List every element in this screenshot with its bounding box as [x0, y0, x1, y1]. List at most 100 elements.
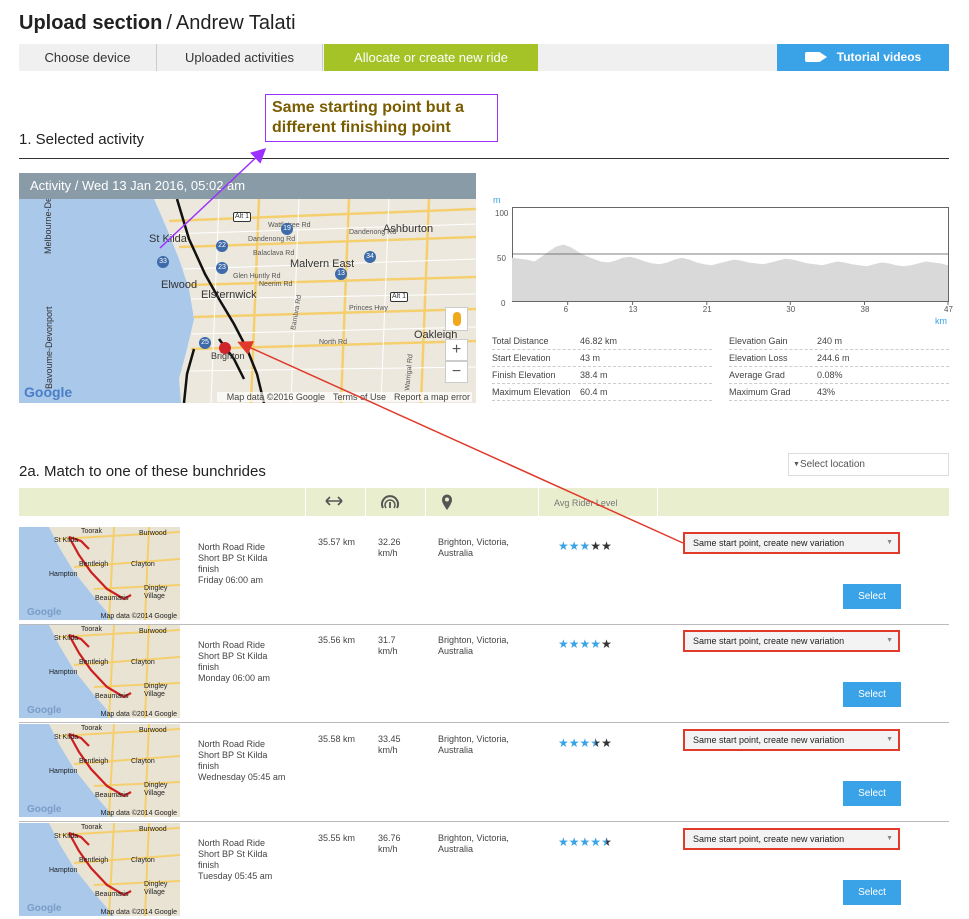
map-attribution: Map data ©2014 Google [100, 909, 177, 916]
ride-map-thumbnail[interactable]: Toorak Burwood St Kilda Bentleigh Clayton Ham… [19, 724, 180, 817]
chevron-down-icon: ▼ [886, 835, 893, 842]
ride-subtitle-2: finish [198, 662, 220, 672]
tab-uploaded-activities[interactable]: Uploaded activities [157, 44, 323, 71]
chevron-down-icon: ▼ [886, 736, 893, 743]
ride-location: Brighton, Victoria, Australia [438, 734, 509, 756]
rider-level-stars: ★★★★★ [558, 736, 612, 750]
elevation-x-tick: 13 [628, 305, 638, 314]
ride-speed: 36.76 km/h [378, 833, 401, 855]
street-label: Glen Huntly Rd [233, 273, 281, 280]
google-logo: Google [27, 804, 62, 815]
ride-name-cell[interactable]: North Road Ride Short BP St Kilda finish Fr… [198, 542, 267, 586]
distance-arrows-icon [325, 496, 343, 506]
ride-schedule: Tuesday 05:45 am [198, 871, 273, 881]
ride-location-line-1: Brighton, Victoria, [438, 537, 509, 547]
map-attribution: Map data ©2014 Google [100, 613, 177, 620]
star-icon: ★ [558, 835, 569, 849]
star-icon: ★ [568, 736, 580, 750]
street-view-pegman-icon[interactable] [445, 307, 468, 331]
ride-name-cell[interactable]: North Road Ride Short BP St Kilda finish We… [198, 739, 285, 783]
star-icon: ★ [601, 835, 612, 849]
map-title: Activity / Wed 13 Jan 2016, 05:02 am [19, 173, 476, 199]
bunchride-row: Toorak Burwood St Kilda Bentleigh Clayton Ham… [19, 625, 949, 723]
star-icon: ★ [568, 835, 580, 849]
star-icon: ★ [558, 637, 569, 651]
tab-choose-device[interactable]: Choose device [19, 44, 157, 71]
street-label: North Rd [319, 339, 348, 346]
variation-select[interactable]: Same start point, create new variation ▼ [683, 828, 900, 850]
stat-total-distance: Total Distance 46.82 km [492, 334, 712, 350]
bunchride-row: Toorak Burwood St Kilda Bentleigh Clayton Ham… [19, 823, 949, 919]
ride-map-thumbnail[interactable]: Toorak Burwood St Kilda Bentleigh Clayton Ham… [19, 823, 180, 916]
elevation-y-tick: 0 [501, 299, 506, 308]
star-icon: ★ [568, 637, 580, 651]
variation-select-value: Same start point, create new variation [693, 735, 845, 745]
ride-location-line-2: Australia [438, 745, 474, 755]
star-icon: ★ [590, 637, 602, 651]
tab-allocate-ride[interactable]: Allocate or create new ride [324, 44, 538, 71]
variation-select[interactable]: Same start point, create new variation ▼ [683, 729, 900, 751]
ride-name-cell[interactable]: North Road Ride Short BP St Kilda finish Mo… [198, 640, 270, 684]
col-action [657, 488, 949, 516]
zoom-in-button[interactable]: + [445, 339, 468, 361]
variation-select[interactable]: Same start point, create new variation ▼ [683, 532, 900, 554]
ride-map-thumbnail[interactable]: Toorak Burwood St Kilda Bentleigh Clayton Ham… [19, 625, 180, 718]
stat-finish-elevation: Finish Elevation 38.4 m [492, 368, 712, 384]
map-data-text: Map data ©2016 Google [226, 392, 325, 402]
map-label-elsternwick: Elsternwick [201, 289, 257, 301]
ride-schedule: Friday 06:00 am [198, 575, 264, 585]
ride-subtitle-2: finish [198, 564, 220, 574]
stat-maximum-elevation: Maximum Elevation 60.4 m [492, 385, 712, 401]
activity-map[interactable]: St Kilda Elwood Elsternwick Malvern East… [19, 199, 476, 403]
ride-speed-unit: km/h [378, 646, 398, 656]
col-speed [365, 488, 425, 516]
location-select[interactable]: ▼Select location [788, 453, 949, 476]
ride-name-cell[interactable]: North Road Ride Short BP St Kilda finish Tu… [198, 838, 272, 882]
rider-level-stars: ★★★★★ [558, 637, 612, 651]
chevron-down-icon: ▼ [793, 461, 800, 468]
ride-distance: 35.58 km [318, 734, 356, 744]
elevation-x-tick: 6 [563, 305, 569, 314]
elevation-y-tick: 50 [497, 254, 506, 263]
select-button[interactable]: Select [843, 682, 901, 707]
select-button[interactable]: Select [843, 584, 901, 609]
ride-speed-value: 32.26 [378, 537, 401, 547]
ride-schedule: Wednesday 05:45 am [198, 772, 286, 782]
variation-select[interactable]: Same start point, create new variation ▼ [683, 630, 900, 652]
select-button[interactable]: Select [843, 781, 901, 806]
chevron-down-icon: ▼ [886, 637, 893, 644]
report-map-error-link[interactable]: Report a map error [394, 392, 470, 402]
user-name: Andrew Talati [175, 12, 296, 34]
route-badge: Alt 1 [390, 292, 408, 302]
star-icon: ★ [590, 539, 602, 553]
route-badge: 13 [335, 268, 347, 280]
star-icon: ★ [568, 539, 580, 553]
zoom-out-button[interactable]: − [445, 361, 468, 383]
tutorial-videos-label: Tutorial videos [836, 50, 922, 64]
ride-location: Brighton, Victoria, Australia [438, 537, 509, 559]
ride-speed-unit: km/h [378, 745, 398, 755]
elevation-x-tick: 38 [860, 305, 870, 314]
ride-speed-value: 36.76 [378, 833, 401, 843]
street-label: Balaclava Rd [253, 250, 295, 257]
ride-location-line-2: Australia [438, 646, 474, 656]
ride-location-line-1: Brighton, Victoria, [438, 635, 509, 645]
map-label-st-kilda: St Kilda [149, 233, 187, 245]
tutorial-videos-button[interactable]: Tutorial videos [777, 44, 949, 71]
ride-name: North Road Ride [198, 739, 266, 749]
rider-level-stars: ★★★★★ [558, 539, 612, 553]
speedometer-icon [381, 495, 399, 509]
annotation-callout: Same starting point but a different fini… [265, 94, 498, 142]
ride-location-line-1: Brighton, Victoria, [438, 734, 509, 744]
section-divider [19, 158, 949, 159]
bunchrides-table-header: Avg Rider Level [19, 488, 949, 516]
ride-subtitle: Short BP St Kilda [198, 553, 268, 563]
select-button[interactable]: Select [843, 880, 901, 905]
route-badge: 34 [364, 251, 376, 263]
star-icon: ★ [590, 835, 602, 849]
ride-subtitle: Short BP St Kilda [198, 849, 268, 859]
star-icon: ★ [601, 637, 612, 651]
ride-speed-value: 33.45 [378, 734, 401, 744]
ride-map-thumbnail[interactable]: Toorak Burwood St Kilda Bentleigh Clayton Ham… [19, 527, 180, 620]
terms-of-use-link[interactable]: Terms of Use [333, 392, 386, 402]
